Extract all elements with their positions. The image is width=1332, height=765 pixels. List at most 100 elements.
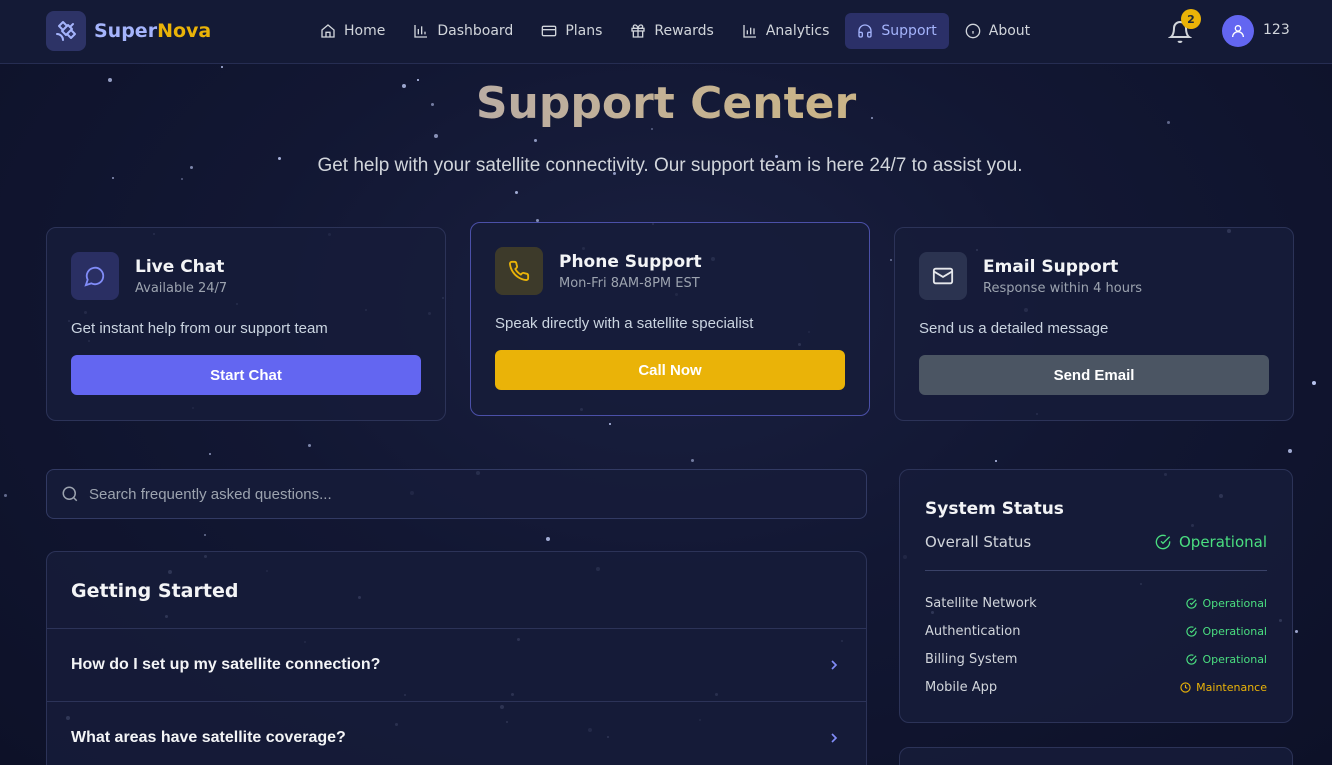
- nav-analytics[interactable]: Analytics: [730, 13, 842, 49]
- email-support-description: Send us a detailed message: [919, 320, 1109, 337]
- star: [515, 191, 518, 194]
- nav-home[interactable]: Home: [308, 13, 397, 49]
- star: [181, 178, 183, 180]
- notification-badge: 2: [1181, 9, 1201, 29]
- satellite-icon: [46, 11, 86, 51]
- nav-rewards[interactable]: Rewards: [618, 13, 725, 49]
- nav-plans[interactable]: Plans: [529, 13, 614, 49]
- phone-support-hours: Mon-Fri 8AM-8PM EST: [559, 275, 700, 291]
- nav-about[interactable]: About: [953, 13, 1042, 49]
- service-status-row: Mobile App Maintenance: [925, 673, 1267, 701]
- credit-card-icon: [541, 25, 557, 37]
- brand-logo[interactable]: SuperNova: [46, 11, 211, 51]
- faq-section: Getting Started How do I set up my satel…: [46, 551, 867, 765]
- star: [890, 259, 892, 261]
- search-icon: [62, 486, 78, 502]
- service-status-list: Satellite Network Operational Authentica…: [925, 589, 1267, 701]
- service-status-row: Satellite Network Operational: [925, 589, 1267, 617]
- star: [209, 453, 211, 455]
- start-chat-button[interactable]: Start Chat: [71, 355, 421, 395]
- email-support-card: Email Support Response within 4 hours Se…: [894, 227, 1294, 421]
- headphones-icon: [858, 24, 873, 38]
- service-status-row: Authentication Operational: [925, 617, 1267, 645]
- user-avatar[interactable]: [1222, 15, 1254, 47]
- home-icon: [321, 24, 335, 38]
- service-state: Operational: [1186, 653, 1267, 666]
- live-chat-title: Live Chat: [135, 256, 225, 277]
- nav-support[interactable]: Support: [845, 13, 949, 49]
- live-chat-availability: Available 24/7: [135, 280, 228, 296]
- nav-about-label: About: [988, 23, 1031, 39]
- call-now-button[interactable]: Call Now: [495, 350, 845, 390]
- phone-icon: [495, 247, 543, 295]
- system-status-panel: System Status Overall Status Operational…: [899, 469, 1293, 723]
- faq-search-bar: [46, 469, 867, 519]
- nav-home-label: Home: [344, 23, 386, 39]
- check-circle-icon: [1155, 534, 1171, 550]
- main-menu: Home Dashboard Plans Rewards Analytics S…: [308, 13, 1042, 49]
- info-icon: [965, 23, 981, 39]
- secondary-panel: [899, 747, 1293, 765]
- service-status-row: Billing System Operational: [925, 645, 1267, 673]
- mail-icon: [919, 252, 967, 300]
- chevron-right-icon: [831, 733, 838, 743]
- service-state: Operational: [1186, 597, 1267, 610]
- star: [4, 494, 7, 497]
- overall-status-row: Overall Status Operational: [925, 533, 1267, 571]
- phone-support-title: Phone Support: [559, 251, 702, 272]
- check-circle-icon: [1186, 597, 1198, 609]
- service-name: Satellite Network: [925, 595, 1037, 611]
- page-subtitle: Get help with your satellite connectivit…: [317, 155, 1023, 176]
- star: [1295, 630, 1298, 633]
- email-support-title: Email Support: [983, 256, 1119, 277]
- faq-section-title: Getting Started: [47, 552, 866, 629]
- faq-search-input[interactable]: [89, 485, 829, 503]
- check-circle-icon: [1186, 625, 1198, 637]
- faq-item[interactable]: What areas have satellite coverage?: [47, 702, 866, 765]
- star: [1312, 381, 1316, 385]
- service-name: Authentication: [925, 623, 1021, 639]
- star: [434, 134, 438, 138]
- star: [609, 423, 611, 425]
- overall-status-label: Overall Status: [925, 533, 1032, 551]
- email-support-response-time: Response within 4 hours: [983, 280, 1143, 296]
- faq-question: How do I set up my satellite connection?: [71, 656, 381, 673]
- send-email-button[interactable]: Send Email: [919, 355, 1269, 395]
- star: [1288, 449, 1292, 453]
- top-navbar: SuperNova Home Dashboard Plans Rewards A…: [0, 0, 1332, 64]
- service-state: Maintenance: [1180, 681, 1267, 694]
- nav-plans-label: Plans: [565, 23, 603, 39]
- nav-support-label: Support: [881, 23, 937, 39]
- system-status-title: System Status: [925, 499, 1064, 519]
- star: [204, 534, 206, 536]
- nav-dashboard[interactable]: Dashboard: [401, 13, 525, 49]
- phone-support-card: Phone Support Mon-Fri 8AM-8PM EST Speak …: [470, 222, 870, 416]
- service-state: Operational: [1186, 625, 1267, 638]
- user-name[interactable]: 123: [1263, 22, 1290, 38]
- nav-dashboard-label: Dashboard: [437, 23, 514, 39]
- phone-support-description: Speak directly with a satellite speciali…: [495, 315, 754, 332]
- live-chat-card: Live Chat Available 24/7 Get instant hel…: [46, 227, 446, 421]
- page-title: Support Center: [0, 78, 1332, 129]
- live-chat-description: Get instant help from our support team: [71, 320, 328, 337]
- bar-chart-icon: [414, 25, 428, 38]
- user-icon: [1232, 25, 1244, 38]
- service-name: Billing System: [925, 651, 1018, 667]
- chart-icon: [743, 25, 756, 38]
- service-name: Mobile App: [925, 679, 998, 695]
- star: [534, 139, 537, 142]
- chat-bubble-icon: [71, 252, 119, 300]
- faq-item[interactable]: How do I set up my satellite connection?: [47, 629, 866, 702]
- check-circle-icon: [1186, 653, 1198, 665]
- clock-icon: [1180, 681, 1191, 693]
- faq-question: What areas have satellite coverage?: [71, 729, 346, 746]
- nav-rewards-label: Rewards: [654, 23, 714, 39]
- star: [995, 460, 997, 462]
- overall-status-value: Operational: [1155, 533, 1267, 551]
- star: [308, 444, 311, 447]
- star: [112, 177, 114, 179]
- star: [221, 66, 223, 68]
- nav-analytics-label: Analytics: [765, 23, 830, 39]
- chevron-right-icon: [831, 660, 838, 670]
- star: [546, 537, 550, 541]
